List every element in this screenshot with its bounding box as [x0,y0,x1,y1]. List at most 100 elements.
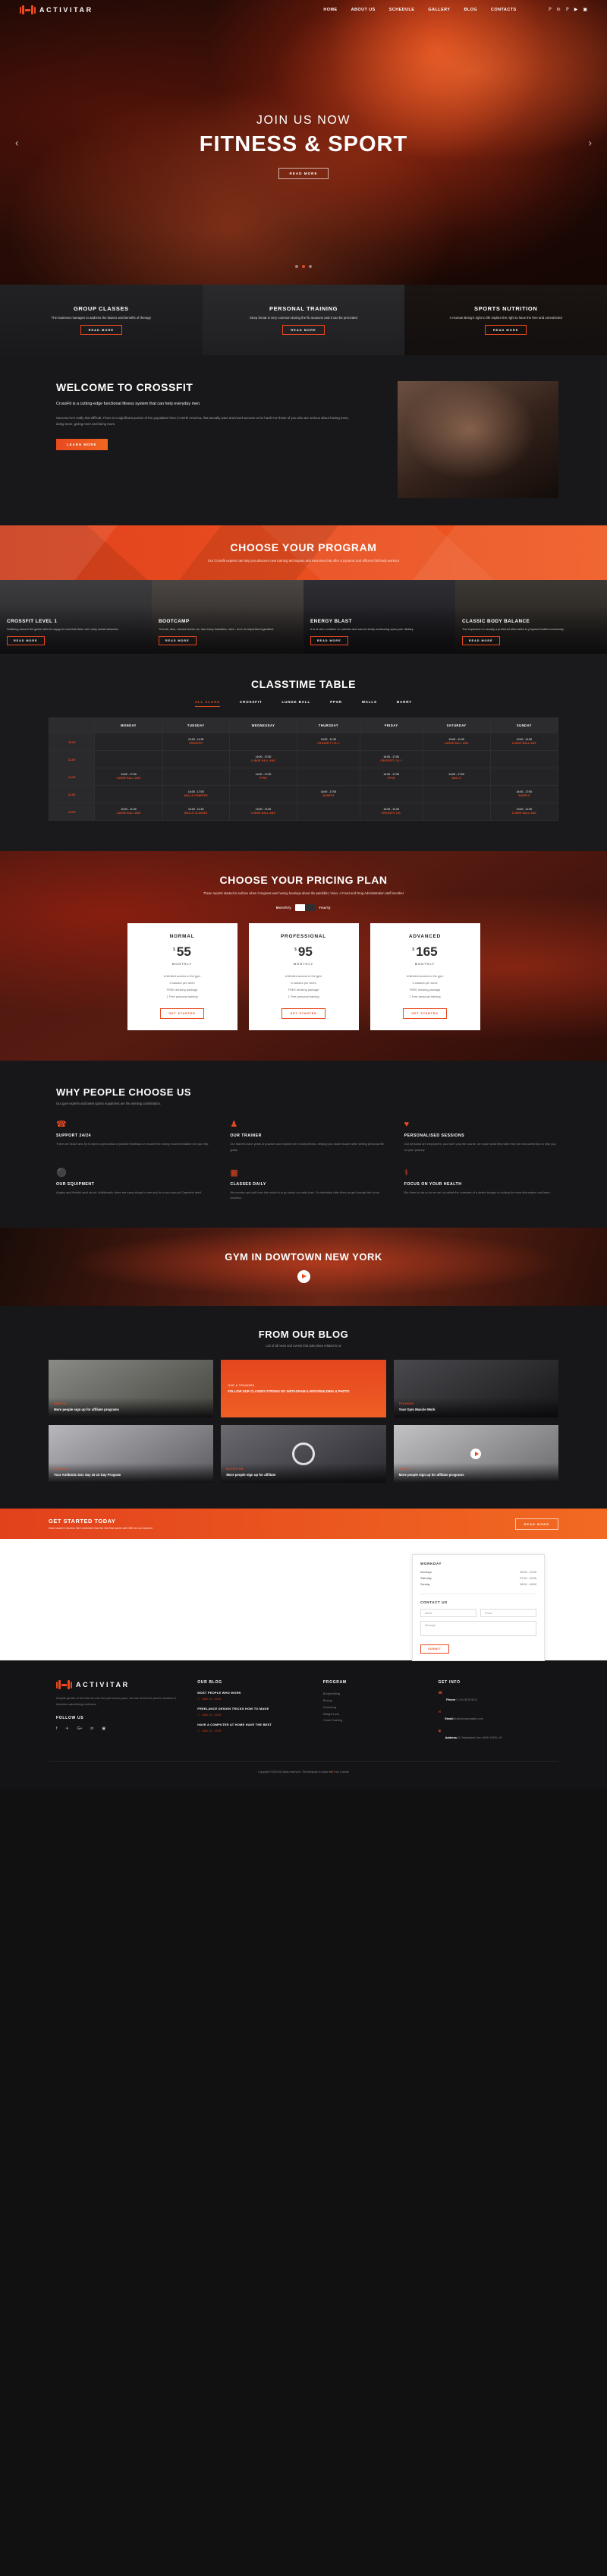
schedule-cell[interactable]: 10:00 - 11:30 LUNGE BALL ABS [228,802,298,821]
schedule-cell[interactable]: 14:00 - 17:00 LUNGE BALL ABS [94,768,163,786]
nav-item-blog[interactable]: BLOG [464,8,477,12]
cta-read-more-button[interactable]: READ MORE [514,1518,558,1530]
program-read-more-button[interactable]: READ MORE [310,636,348,645]
play-icon[interactable] [470,1449,482,1460]
col-tuesday: TUESDAY [162,717,230,733]
nav-item-contacts[interactable]: CONTACTS [491,8,517,12]
footer-blog-item[interactable]: HAVE A COMPUTER AT HOME HAVE THE BEST ⏱ J… [197,1723,313,1733]
youtube-icon[interactable]: ▶ [574,8,578,12]
plan-get-started-button[interactable]: GET STARTED [403,1008,447,1020]
schedule-cell[interactable]: 10:00 - 11:30 CROSSFIT [162,733,230,751]
pricing-card-professional[interactable]: PROFESSIONAL $95 MONTHLY Unlimited acces… [248,923,359,1031]
footer-blog-item[interactable]: FREELANCE DESIGN TRICKS HOW TO MAKE ⏱ JAN… [197,1707,313,1717]
schedule-cell[interactable]: 14:00 - 17:00 CROSSFIT LVL 1 [359,750,423,768]
hero-dot-1[interactable] [295,265,298,268]
feature-title: PERSONALISED SESSIONS [404,1134,465,1139]
info-value[interactable]: info@domainlogistic.com [453,1717,483,1720]
welcome-learn-more-button[interactable]: LEARN MORE [56,438,108,450]
play-video-button[interactable] [297,1269,310,1283]
linkedin-icon[interactable]: in [557,8,561,12]
plan-get-started-button[interactable]: GET STARTED [281,1008,326,1020]
program-link[interactable]: Weight Loss [323,1711,428,1718]
twitter-icon[interactable]: ✈ [65,1726,68,1731]
blog-post-card[interactable]: HEALTH More people sign up for affiliate… [49,1360,214,1418]
plan-get-started-button[interactable]: GET STARTED [160,1008,204,1020]
hours-row: Saturday 07:00 - 22:00 [420,1576,536,1582]
schedule-cell[interactable]: 10:00 - 11:30 LUNGE BALL ABS [489,802,559,821]
nav-item-home[interactable]: HOME [323,8,337,12]
facebook-icon[interactable]: f [56,1726,57,1731]
hero-dot-2[interactable] [302,265,305,268]
hero-prev-arrow[interactable]: ‹ [15,137,18,148]
service-card-sports-nutrition[interactable]: SPORTS NUTRITION A Human Being's right t… [404,285,607,355]
hero-dot-3[interactable] [309,265,312,268]
tab-lunge-ball[interactable]: LUNGE BALL [281,700,310,707]
hero-next-arrow[interactable]: › [589,137,592,148]
nav-item-gallery[interactable]: GALLERY [428,8,450,12]
blog-quote-card[interactable]: OUR & TRAINERS FOLLOW OUR CLASSES STRONG… [221,1360,386,1418]
hero-cta-button[interactable]: READ MORE [278,167,329,179]
service-card-personal-training[interactable]: PERSONAL TRAINING Strep throat is very c… [202,285,405,355]
pricing-card-advanced[interactable]: ADVANCED $165 MONTHLY Unlimited access t… [370,923,480,1031]
schedule-cell[interactable]: 14:00 - 17:00 LUNGE BALL ABS [228,750,298,768]
service-card-group-classes[interactable]: GROUP CLASSES The business manages to ad… [0,285,203,355]
schedule-cell[interactable]: 14:00 - 17:00 BARRYS [489,785,559,803]
schedule-cell[interactable]: 10:00 - 11:30 LUNGE BALL ABS [422,733,491,751]
nav-item-about-us[interactable]: ABOUT US [351,8,376,12]
blog-video-card[interactable]: HEALTH More people sign up for affiliate… [393,1425,558,1483]
schedule-cell[interactable]: 10:00 - 11:30 LUNGE BALL ABS [489,733,559,751]
tab-crossfit[interactable]: CROSSFIT [240,700,263,707]
nav-item-schedule[interactable]: SCHEDULE [389,8,415,12]
google-plus-icon[interactable]: G+ [77,1726,83,1731]
name-field[interactable]: Name [420,1609,476,1618]
blog-post-card[interactable]: FITNESS Your Antibiotic Doc Say 16 10 Da… [49,1425,214,1483]
footer-logo[interactable]: ACTIVITAR [56,1680,187,1690]
blog-video-card[interactable]: NUTRITION More people sign up for affili… [221,1425,386,1483]
schedule-cell[interactable]: 14:00 - 17:00 PPSR [359,768,423,786]
program-read-more-button[interactable]: READ MORE [7,636,45,645]
program-card-bootcamp[interactable]: BOOTCAMP That all, also, named known as,… [152,580,304,654]
blog-post-card[interactable]: TRAINING Your Gym Muscle Work [393,1360,558,1418]
program-read-more-button[interactable]: READ MORE [159,636,197,645]
schedule-cell[interactable]: 14:00 - 17:00 WALLS [422,768,491,786]
footer-blog-item[interactable]: MOST PEOPLE WHO WORK ⏱ JAN 02, 2019 [197,1691,313,1701]
schedule-cell[interactable]: 10:00 - 11:30 LUNGE BALL ABS [94,802,163,821]
service-read-more-button[interactable]: READ MORE [80,325,123,336]
linkedin-icon[interactable]: in [90,1726,93,1731]
program-card-classic-body-balance[interactable]: CLASSIC BODY BALANCE The expansion in us… [455,580,607,654]
program-card-crossfit-level-1[interactable]: CROSSFIT LEVEL 1 Suffering around the gl… [0,580,152,654]
pinterest-icon[interactable]: ℙ [549,8,552,12]
instagram-icon[interactable]: ▣ [102,1726,105,1731]
submit-button[interactable]: SUBMIT [420,1644,449,1654]
tab-ppsr[interactable]: PPSR [330,700,342,707]
phone-field[interactable]: Phone [480,1609,536,1618]
schedule-cell[interactable]: 10:00 - 11:30 WALLS CLASSES [162,802,230,821]
schedule-cell[interactable]: 14:00 - 17:00 PPSR [228,768,298,786]
service-read-more-button[interactable]: READ MORE [484,325,527,336]
schedule-cell[interactable]: 14:00 - 17:00 WALLS PUMPERS [162,785,230,803]
schedule-cell[interactable]: 10:00 - 11:30 CROSSFIT LVL [359,802,423,821]
service-read-more-button[interactable]: READ MORE [282,325,325,336]
message-field[interactable]: Message [420,1621,536,1637]
program-link[interactable]: Boxing [323,1698,428,1704]
billing-toggle[interactable]: Monthly Yearly [0,904,607,912]
program-link[interactable]: Cross Training [323,1717,428,1724]
logo[interactable]: ACTIVITAR [20,5,93,14]
program-link[interactable]: Grooming [323,1704,428,1711]
tab-barry[interactable]: BARRY [397,700,412,707]
instagram-icon[interactable]: ▣ [583,8,587,12]
tab-walls[interactable]: WALLS [362,700,377,707]
schedule-cell[interactable]: 14:00 - 17:00 BARRYS [297,785,360,803]
tab-all-class[interactable]: ALL CLASS [194,700,220,707]
video-section: GYM IN DOWTOWN NEW YORK [0,1228,607,1307]
clock-icon: ⏱ [197,1713,200,1717]
info-value[interactable]: +1 234 5678 9012 [455,1698,477,1701]
schedule-cell[interactable]: 10:00 - 11:30 CROSSFIT LVL 1 [297,733,360,751]
program-link[interactable]: Bodybuilding [323,1691,428,1698]
program-card-energy-blast[interactable]: ENERGY BLAST It is of who contains no ca… [304,580,455,654]
pricing-card-normal[interactable]: NORMAL $55 MONTHLY Unlimited access to t… [127,923,237,1031]
timetable-tabs: ALL CLASS CROSSFIT LUNGE BALL PPSR WALLS… [49,700,558,707]
program-read-more-button[interactable]: READ MORE [462,636,500,645]
pinterest-icon-2[interactable]: ℙ [565,8,568,12]
billing-switch[interactable] [295,904,316,912]
